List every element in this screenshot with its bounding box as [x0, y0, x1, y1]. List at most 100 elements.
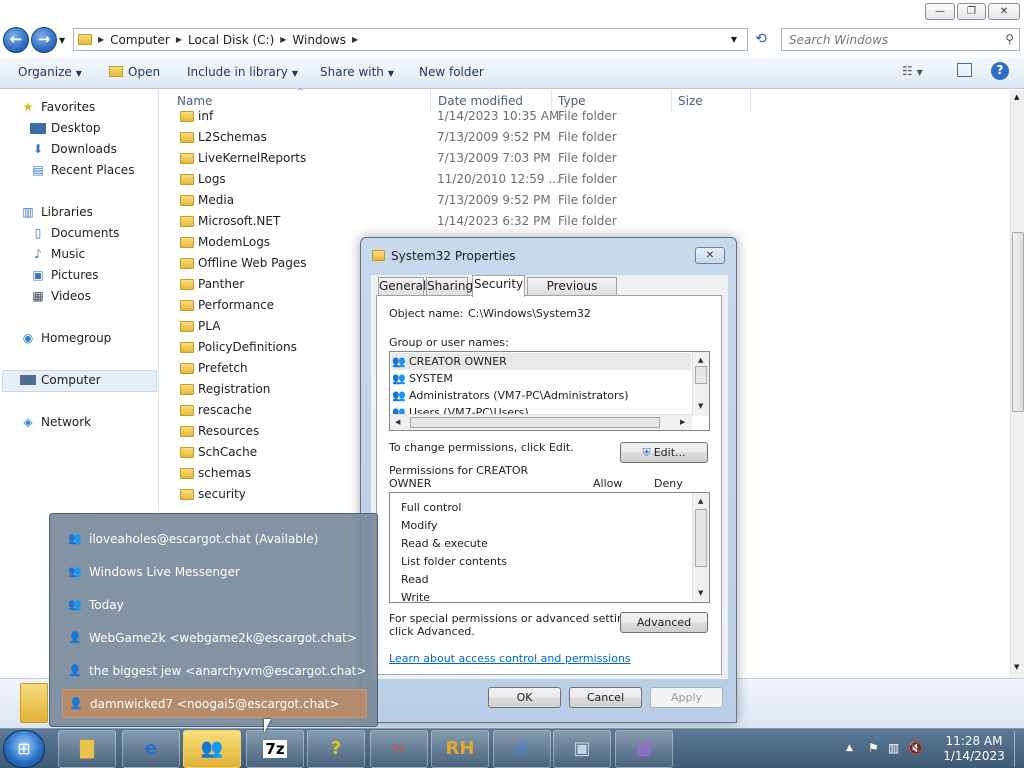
column-header-type[interactable]: Type [558, 94, 586, 108]
volume-muted-icon[interactable]: 🔇 [908, 741, 923, 755]
edit-button[interactable]: ⛨ Edit... [620, 442, 708, 463]
taskbar-paint[interactable]: ✂ [370, 730, 428, 768]
breadcrumb[interactable]: ▶ Computer ▶ Local Disk (C:) ▶ Windows ▶… [73, 28, 748, 51]
cancel-button[interactable]: Cancel [569, 687, 642, 708]
file-row[interactable]: Media 7/13/2009 9:52 PM File folder [176, 191, 696, 212]
jump-item-contact[interactable]: 👤 WebGame2k <webgame2k@escargot.chat> [62, 623, 367, 652]
scroll-down-arrow[interactable]: ▼ [1014, 663, 1019, 671]
minimize-button[interactable]: — [925, 3, 955, 20]
apply-button[interactable]: Apply [650, 687, 723, 708]
nav-desktop[interactable]: Desktop [30, 121, 101, 135]
clock[interactable]: 11:28 AM 1/14/2023 [938, 734, 1010, 764]
nav-network[interactable]: ◈ Network [20, 415, 91, 429]
taskbar-messenger[interactable]: 👥 [183, 730, 241, 768]
scrollbar-thumb[interactable] [695, 366, 707, 384]
file-row[interactable]: LiveKernelReports 7/13/2009 7:03 PM File f… [176, 149, 696, 170]
search-icon[interactable]: ⚲ [1005, 32, 1014, 46]
jump-item-messenger[interactable]: 👥 Windows Live Messenger [62, 557, 367, 586]
permissions-scrollbar[interactable]: ▲ ▼ [692, 493, 709, 602]
search-box[interactable]: ⚲ [781, 28, 1020, 51]
network-tray-icon[interactable]: ▥ [888, 741, 899, 755]
user-row[interactable]: 👥 Administrators (VM7-PC\Administrators) [392, 387, 629, 404]
address-dropdown-icon[interactable]: ▼ [731, 35, 737, 44]
scroll-up-arrow[interactable]: ▲ [698, 356, 703, 364]
taskbar-help[interactable]: ? [307, 730, 365, 768]
share-with-menu[interactable]: Share with ▼ [320, 65, 394, 79]
scrollbar-thumb[interactable] [695, 509, 707, 567]
start-button[interactable]: ⊞ [3, 730, 45, 768]
nav-downloads[interactable]: ⬇ Downloads [30, 142, 117, 156]
maximize-button[interactable]: ❐ [957, 3, 986, 20]
file-row[interactable]: Logs 11/20/2010 12:59 ... File folder [176, 170, 696, 191]
column-header-date[interactable]: Date modified [438, 94, 523, 108]
refresh-button[interactable]: ⟲ [750, 28, 772, 51]
taskbar-installer[interactable]: ▦ [615, 730, 673, 768]
show-desktop-button[interactable] [1014, 731, 1023, 767]
jump-item-contact[interactable]: 👤 the biggest jew <anarchyvm@escargot.cha… [62, 656, 367, 685]
scroll-down-arrow[interactable]: ▼ [698, 402, 703, 410]
file-row[interactable]: Microsoft.NET 1/14/2023 6:32 PM File folde… [176, 212, 696, 233]
nav-libraries[interactable]: ▥ Libraries [20, 205, 93, 219]
new-folder-button[interactable]: New folder [419, 65, 484, 79]
taskbar-resource-hacker[interactable]: RH [431, 730, 489, 768]
close-button[interactable]: ✕ [988, 3, 1020, 20]
tab-general[interactable]: General [378, 277, 426, 296]
column-divider[interactable] [750, 90, 751, 112]
help-icon[interactable]: ? [991, 62, 1009, 80]
user-row[interactable]: 👥 CREATOR OWNER [392, 353, 507, 370]
taskbar-ie[interactable]: e [122, 730, 180, 768]
scroll-down-arrow[interactable]: ▼ [698, 589, 703, 597]
jump-item-status[interactable]: 👥 iloveaholes@escargot.chat (Available) [62, 524, 367, 553]
ok-button[interactable]: OK [488, 687, 561, 708]
tab-security[interactable]: Security [472, 275, 525, 297]
breadcrumb-computer[interactable]: Computer [110, 33, 170, 47]
users-horizontal-scrollbar[interactable]: ◀ ▶ [390, 414, 692, 430]
users-listbox[interactable]: 👥 CREATOR OWNER 👥 SYSTEM 👥 Administrators (… [389, 351, 710, 431]
breadcrumb-windows[interactable]: Windows [292, 33, 346, 47]
preview-pane-icon[interactable] [957, 63, 972, 77]
taskbar-explorer[interactable]: ▇ [58, 730, 116, 768]
advanced-button[interactable]: Advanced [620, 612, 708, 633]
view-options-icon[interactable]: ☷ ▼ [902, 64, 923, 78]
forward-button[interactable]: → [31, 27, 57, 53]
vertical-scrollbar[interactable]: ▲ ▼ [1010, 90, 1024, 678]
learn-more-link[interactable]: Learn about access control and permissio… [389, 652, 631, 665]
users-vertical-scrollbar[interactable]: ▲ ▼ [692, 352, 709, 416]
nav-videos[interactable]: ▦ Videos [30, 289, 91, 303]
permissions-listbox[interactable]: Full control Modify Read & execute List … [389, 492, 710, 603]
jump-item-today[interactable]: 👥 Today [62, 590, 367, 619]
scroll-right-arrow[interactable]: ▶ [680, 418, 685, 426]
back-button[interactable]: ← [3, 27, 29, 53]
taskbar-7zip[interactable]: 7z [246, 730, 304, 768]
recent-pages-dropdown[interactable]: ▼ [59, 36, 65, 45]
breadcrumb-local-disk[interactable]: Local Disk (C:) [188, 33, 274, 47]
jump-item-contact-hovered[interactable]: 👤 damnwicked7 <noogai5@escargot.chat> [62, 689, 367, 718]
organize-menu[interactable]: Organize ▼ [18, 65, 82, 79]
nav-documents[interactable]: ▯ Documents [30, 226, 120, 240]
file-row[interactable]: L2Schemas 7/13/2009 9:52 PM File folder [176, 128, 696, 149]
tab-previous-versions[interactable]: Previous Versions [527, 277, 617, 310]
nav-music[interactable]: ♪ Music [30, 247, 85, 261]
search-input[interactable] [782, 29, 992, 50]
scrollbar-thumb[interactable] [410, 417, 660, 428]
tab-sharing[interactable]: Sharing [426, 277, 473, 296]
nav-favorites[interactable]: ★ Favorites [20, 100, 96, 114]
scroll-left-arrow[interactable]: ◀ [395, 418, 400, 426]
nav-computer[interactable]: Computer [20, 373, 101, 387]
user-row[interactable]: 👥 SYSTEM [392, 370, 453, 387]
open-button[interactable]: Open [109, 65, 160, 79]
file-row[interactable]: inf 1/14/2023 10:35 AM File folder [176, 107, 696, 128]
dialog-close-button[interactable]: ✕ [695, 247, 725, 264]
include-in-library-menu[interactable]: Include in library ▼ [187, 65, 298, 79]
column-header-name[interactable]: Name [177, 94, 212, 108]
scroll-up-arrow[interactable]: ▲ [1014, 93, 1019, 101]
column-header-size[interactable]: Size [678, 94, 703, 108]
scroll-up-arrow[interactable]: ▲ [698, 497, 703, 505]
scrollbar-thumb[interactable] [1012, 232, 1024, 412]
taskbar-chrome[interactable]: ◎ [493, 730, 551, 768]
nav-recent-places[interactable]: ▤ Recent Places [30, 163, 134, 177]
nav-homegroup[interactable]: ◉ Homegroup [20, 331, 112, 345]
taskbar-network[interactable]: ▣ [553, 730, 611, 768]
show-hidden-icons-button[interactable]: ▲ [846, 743, 853, 753]
nav-pictures[interactable]: ▣ Pictures [30, 268, 98, 282]
